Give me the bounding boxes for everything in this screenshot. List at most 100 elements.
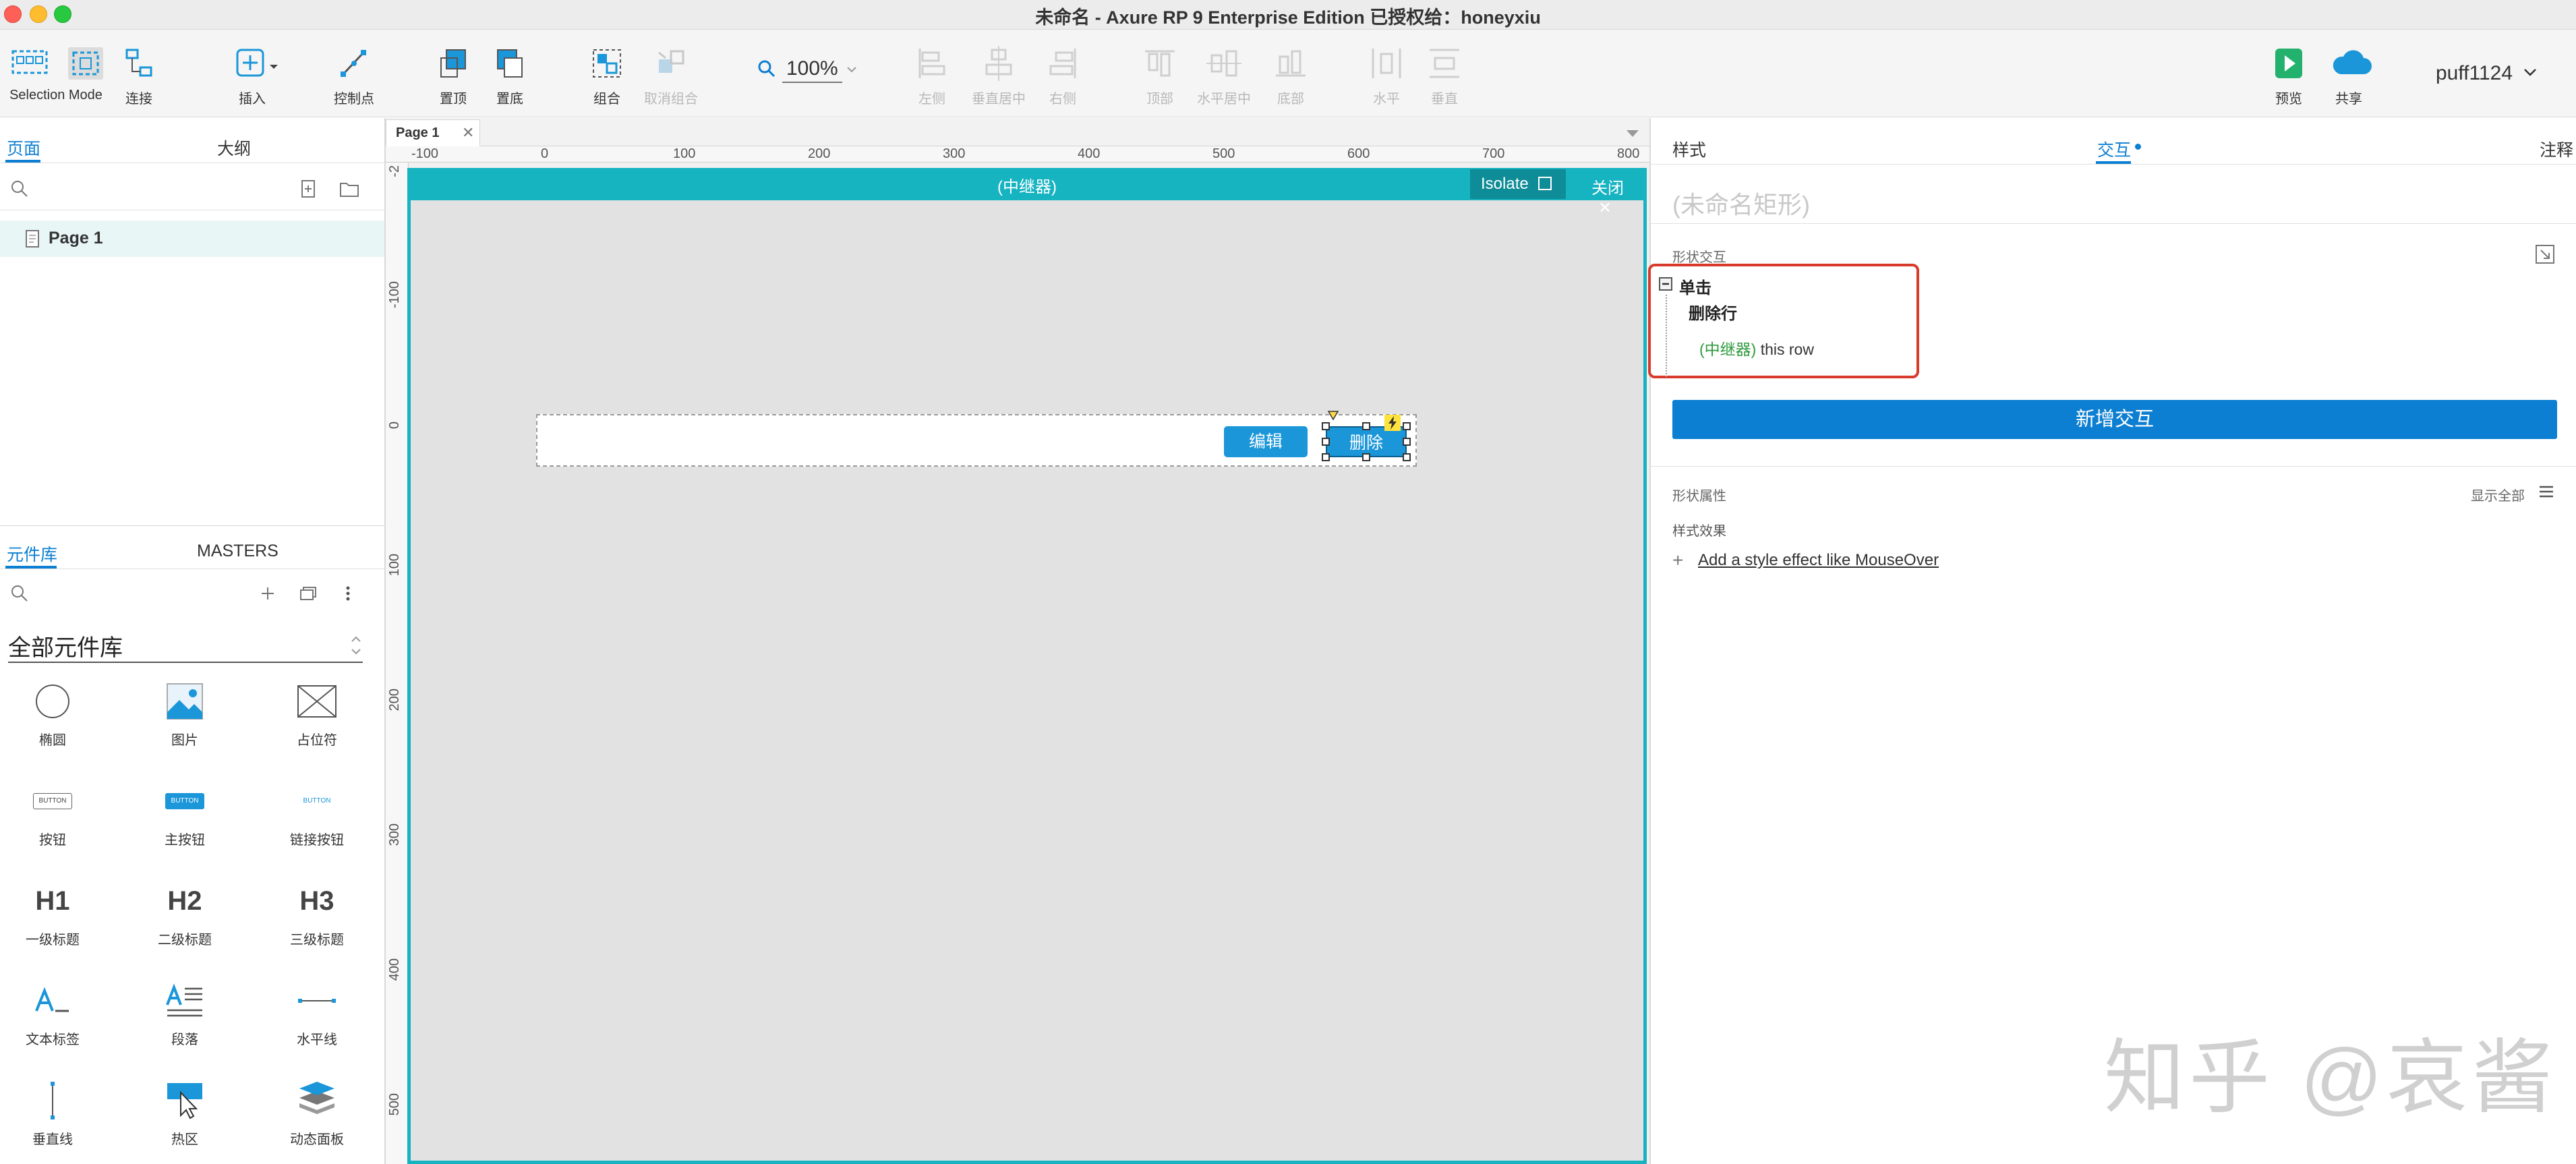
bring-to-top-button[interactable]: 置顶 [433,45,473,107]
edit-button[interactable]: 编辑 [1224,426,1308,457]
connect-button[interactable]: 连接 [119,45,159,107]
align-left-icon [913,45,951,82]
search-icon[interactable] [9,179,30,202]
add-style-effect-link[interactable]: Add a style effect like MouseOver [1698,551,1939,570]
library-item-primary-button[interactable]: BUTTON 主按钮 [119,778,251,848]
action-target[interactable]: (中继器) this row [1699,337,1814,359]
event-label[interactable]: 单击 [1679,274,1711,298]
library-item-ellipse[interactable]: 椭圆 [0,678,119,749]
more-options-icon[interactable] [343,585,353,606]
isolate-button[interactable]: Isolate [1470,169,1566,199]
align-center-vertical-button[interactable]: 垂直居中 [968,45,1029,107]
expand-icon[interactable] [2534,243,2556,268]
selection-handle[interactable] [1403,438,1411,446]
library-item-dynamic-panel[interactable]: 动态面板 [251,1077,383,1148]
library-item-label: 三级标题 [290,933,344,948]
send-to-bottom-label: 置底 [496,92,523,107]
tab-pages[interactable]: 页面 [7,136,40,160]
rotation-handle-icon[interactable] [1327,410,1339,424]
library-selector[interactable]: 全部元件库 [8,629,363,663]
tab-library[interactable]: 元件库 [7,542,57,566]
selection-handle[interactable] [1362,453,1370,461]
menu-icon[interactable] [2537,482,2556,504]
align-right-icon [1044,45,1082,82]
page-tab[interactable]: Page 1 ✕ [386,119,480,146]
library-item-image[interactable]: 图片 [119,678,251,749]
text-label-icon [0,977,119,1024]
align-right-button[interactable]: 右侧 [1043,45,1083,107]
align-top-button[interactable]: 顶部 [1140,45,1180,107]
library-item-h2[interactable]: H2 二级标题 [119,877,251,948]
ruler-label: 300 [943,146,966,161]
style-effects-label: 样式效果 [1672,524,1726,539]
close-repeater-button[interactable]: 关闭 ✕ [1583,169,1647,217]
selection-handle[interactable] [1322,453,1330,461]
close-tab-icon[interactable]: ✕ [462,124,474,142]
library-item-label: 动态面板 [290,1132,344,1147]
library-item-h3[interactable]: H3 三级标题 [251,877,383,948]
library-item-text-label[interactable]: 文本标签 [0,977,119,1048]
library-item-hotspot[interactable]: 热区 [119,1077,251,1148]
target-detail: this row [1756,341,1814,358]
insert-button[interactable]: 插入 [225,45,279,107]
user-menu[interactable]: puff1124 [2436,62,2538,85]
distribute-vertical-button[interactable]: 垂直 [1424,45,1465,107]
send-to-bottom-button[interactable]: 置底 [490,45,530,107]
library-item-link-button[interactable]: BUTTON 链接按钮 [251,778,383,848]
divider [1651,164,2576,165]
selection-handle[interactable] [1403,422,1411,430]
show-all-link[interactable]: 显示全部 [2471,485,2525,504]
align-bottom-button[interactable]: 底部 [1270,45,1311,107]
tab-menu-chevron-icon[interactable] [1625,129,1640,142]
library-item-horizontal-line[interactable]: 水平线 [251,977,383,1048]
paragraph-icon [119,977,251,1024]
group-icon [588,45,626,82]
toolbar: Selection Mode 连接 插入 控制点 置顶 置底 组合 取消组合 1… [0,30,2576,117]
selection-mode-button[interactable]: Selection Mode [5,45,107,103]
collapse-icon[interactable] [1659,277,1672,291]
search-icon[interactable] [9,583,30,607]
library-item-vertical-line[interactable]: 垂直线 [0,1077,119,1148]
button-icon: BUTTON [0,778,119,825]
ruler-label: 100 [673,146,696,161]
distribute-horizontal-button[interactable]: 水平 [1366,45,1407,107]
ruler-label: -2 [387,165,402,177]
tab-interaction[interactable]: 交互 [2097,137,2131,161]
ungroup-button[interactable]: 取消组合 [641,45,701,107]
repeater-title: (中继器) [997,178,1057,196]
copy-icon[interactable] [298,585,318,606]
library-item-placeholder[interactable]: 占位符 [251,678,383,749]
add-library-icon[interactable] [259,585,276,606]
preview-button[interactable]: 预览 [2268,45,2309,107]
ungroup-label: 取消组合 [644,92,698,107]
shape-name-input[interactable]: (未命名矩形) [1672,185,1810,221]
page-list-item[interactable]: Page 1 [0,221,384,257]
selection-handle[interactable] [1362,422,1370,430]
library-item-h1[interactable]: H1 一级标题 [0,877,119,948]
distribute-vertical-label: 垂直 [1431,92,1458,107]
add-folder-icon[interactable] [339,179,360,202]
tab-notes[interactable]: 注释 [2540,137,2573,161]
selection-handle[interactable] [1403,453,1411,461]
zoom-control[interactable]: 100% [757,55,858,85]
tab-style[interactable]: 样式 [1672,137,1706,161]
group-button[interactable]: 组合 [587,45,627,107]
share-button[interactable]: 共享 [2325,45,2372,107]
tab-masters[interactable]: MASTERS [197,542,279,561]
zoom-value[interactable]: 100% [782,57,842,83]
align-left-button[interactable]: 左侧 [912,45,952,107]
tab-outline[interactable]: 大纲 [217,136,251,160]
ruler-label: 0 [541,146,549,161]
control-point-button[interactable]: 控制点 [330,45,378,107]
add-page-icon[interactable] [299,179,318,202]
align-left-label: 左侧 [918,92,945,107]
plus-icon[interactable]: + [1672,550,1683,571]
library-item-paragraph[interactable]: 段落 [119,977,251,1048]
cloud-icon [2330,45,2372,82]
new-interaction-button[interactable]: 新增交互 [1672,400,2557,439]
divider [1651,223,2576,224]
align-center-horizontal-button[interactable]: 水平居中 [1194,45,1254,107]
library-item-button[interactable]: BUTTON 按钮 [0,778,119,848]
selection-handle[interactable] [1322,438,1330,446]
action-label[interactable]: 删除行 [1689,300,1737,324]
